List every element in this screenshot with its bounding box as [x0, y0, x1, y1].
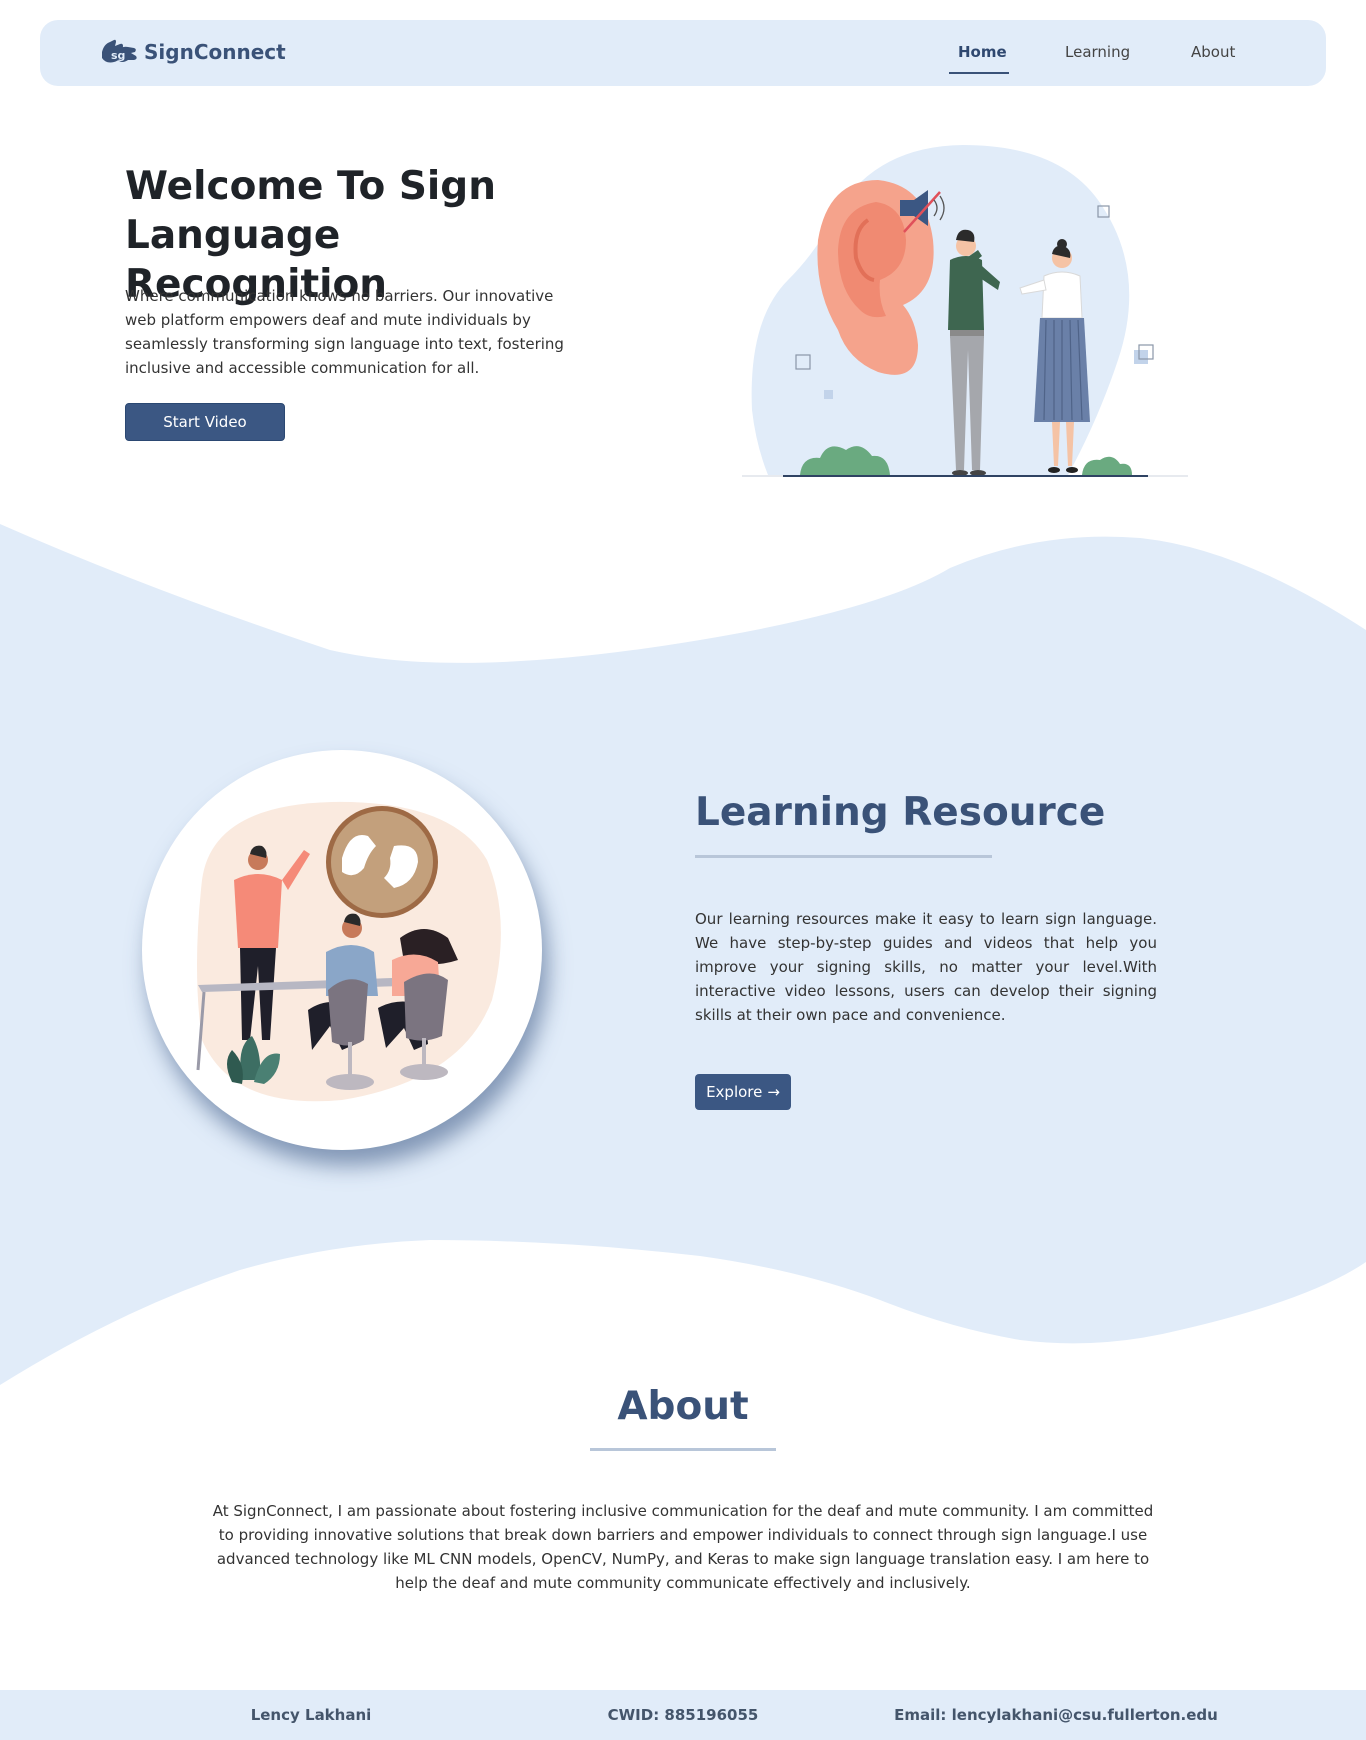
learning-title-underline: [695, 855, 992, 858]
learning-illustration: [196, 801, 501, 1102]
svg-text:sg: sg: [111, 49, 125, 62]
footer-cwid: CWID: 885196055: [607, 1706, 759, 1724]
hero-description: Where communication knows no barriers. O…: [125, 287, 564, 377]
footer: Lency Lakhani CWID: 885196055 Email: len…: [0, 1690, 1366, 1740]
hero-illustration: [742, 145, 1188, 477]
about-description: At SignConnect, I am passionate about fo…: [212, 1502, 1154, 1592]
nav-home-link[interactable]: Home: [958, 43, 1007, 61]
navbar: sg SignConnect Home Learning About: [40, 20, 1326, 86]
nav-about-link[interactable]: About: [1191, 43, 1235, 61]
learning-illustration-circle: [142, 750, 542, 1150]
sign-hands-logo-icon: sg: [102, 39, 137, 63]
arrow-right-icon: →: [767, 1083, 780, 1101]
nav-learning-link[interactable]: Learning: [1065, 43, 1130, 61]
learning-title: Learning Resource: [695, 790, 1106, 835]
about-title-underline: [590, 1448, 776, 1451]
explore-button[interactable]: Explore →: [695, 1074, 791, 1110]
learning-description: Our learning resources make it easy to l…: [695, 910, 1157, 1024]
brand[interactable]: sg SignConnect: [98, 34, 286, 70]
footer-name: Lency Lakhani: [250, 1706, 372, 1724]
nav-active-underline: [949, 72, 1009, 74]
explore-button-label: Explore: [706, 1083, 763, 1101]
about-title: About: [617, 1384, 749, 1429]
start-video-button[interactable]: Start Video: [125, 403, 285, 441]
brand-name: SignConnect: [144, 40, 286, 64]
footer-email[interactable]: Email: lencylakhani@csu.fullerton.edu: [856, 1706, 1256, 1724]
